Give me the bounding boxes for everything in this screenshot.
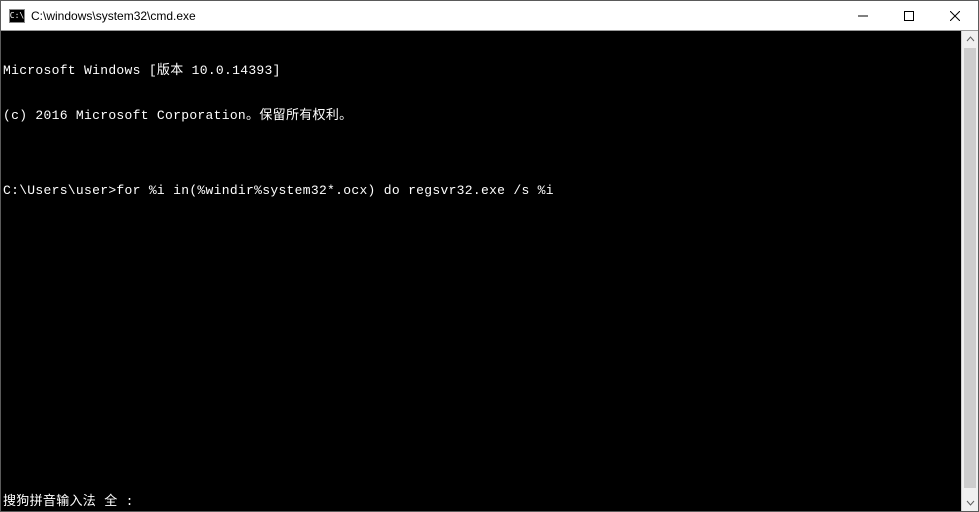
scrollbar-thumb[interactable] [964, 48, 976, 488]
titlebar[interactable]: C:\ C:\windows\system32\cmd.exe [1, 1, 978, 31]
window-title: C:\windows\system32\cmd.exe [31, 9, 196, 23]
console-output[interactable]: Microsoft Windows [版本 10.0.14393] (c) 20… [1, 31, 961, 511]
chevron-down-icon [966, 498, 975, 507]
client-area: Microsoft Windows [版本 10.0.14393] (c) 20… [1, 31, 978, 511]
vertical-scrollbar[interactable] [961, 31, 978, 511]
console-line: Microsoft Windows [版本 10.0.14393] [3, 63, 961, 78]
minimize-icon [858, 11, 868, 21]
close-button[interactable] [932, 1, 978, 30]
cmd-app-icon: C:\ [9, 9, 25, 23]
cmd-window: C:\ C:\windows\system32\cmd.exe Microsof… [0, 0, 979, 512]
scrollbar-down-arrow[interactable] [962, 494, 978, 511]
minimize-button[interactable] [840, 1, 886, 30]
chevron-up-icon [966, 35, 975, 44]
console-line: (c) 2016 Microsoft Corporation。保留所有权利。 [3, 108, 961, 123]
close-icon [950, 11, 960, 21]
scrollbar-up-arrow[interactable] [962, 31, 978, 48]
maximize-icon [904, 11, 914, 21]
ime-status-line: 搜狗拼音输入法 全 : [3, 494, 134, 509]
console-line: C:\Users\user>for %i in(%windir%system32… [3, 183, 961, 198]
maximize-button[interactable] [886, 1, 932, 30]
